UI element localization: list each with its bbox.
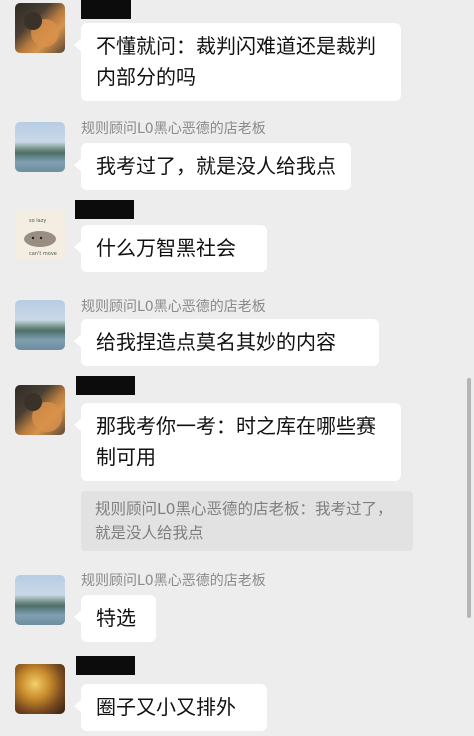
message-bubble[interactable]: 那我考你一考：时之库在哪些赛制可用 xyxy=(74,403,401,481)
message-text: 那我考你一考：时之库在哪些赛制可用 xyxy=(96,414,376,469)
redacted-name xyxy=(81,0,131,19)
cat-avatar[interactable] xyxy=(15,385,65,435)
message-text: 特选 xyxy=(96,606,136,630)
message-bubble[interactable]: 给我捏造点莫名其妙的内容 xyxy=(74,319,379,366)
cat-avatar[interactable] xyxy=(15,3,65,53)
lake-avatar[interactable] xyxy=(15,122,65,172)
avatar-caption: so lazy xyxy=(29,218,46,224)
message-text: 不懂就问：裁判闪难道还是裁判内部分的吗 xyxy=(96,34,376,89)
avatar-caption: can't move xyxy=(29,251,57,257)
redacted-name xyxy=(75,200,134,219)
message-bubble[interactable]: 不懂就问：裁判闪难道还是裁判内部分的吗 xyxy=(74,23,401,101)
quoted-message[interactable]: 规则顾问L0黑心恶德的店老板：我考过了，就是没人给我点 xyxy=(81,491,413,551)
gold-avatar[interactable] xyxy=(15,664,65,714)
message-bubble[interactable]: 什么万智黑社会 xyxy=(74,225,267,272)
message-text: 我考过了，就是没人给我点 xyxy=(96,154,336,178)
message-bubble[interactable]: 圈子又小又排外 xyxy=(74,684,267,731)
scrollbar[interactable] xyxy=(467,378,471,618)
message-text: 圈子又小又排外 xyxy=(96,695,236,719)
redacted-name xyxy=(76,376,135,395)
message-bubble[interactable]: 特选 xyxy=(74,595,156,642)
sender-name: 规则顾问L0黑心恶德的店老板 xyxy=(81,573,266,589)
sender-name: 规则顾问L0黑心恶德的店老板 xyxy=(81,299,266,315)
message-text: 给我捏造点莫名其妙的内容 xyxy=(96,330,336,354)
message-bubble[interactable]: 我考过了，就是没人给我点 xyxy=(74,143,351,190)
sender-name: 规则顾问L0黑心恶德的店老板 xyxy=(81,121,266,137)
message-text: 什么万智黑社会 xyxy=(96,236,236,260)
redacted-name xyxy=(76,656,135,675)
quoted-message-text: 规则顾问L0黑心恶德的店老板：我考过了，就是没人给我点 xyxy=(95,500,393,542)
pusheen-avatar[interactable]: so lazy can't move xyxy=(15,209,65,259)
lake-avatar[interactable] xyxy=(15,300,65,350)
lake-avatar[interactable] xyxy=(15,575,65,625)
